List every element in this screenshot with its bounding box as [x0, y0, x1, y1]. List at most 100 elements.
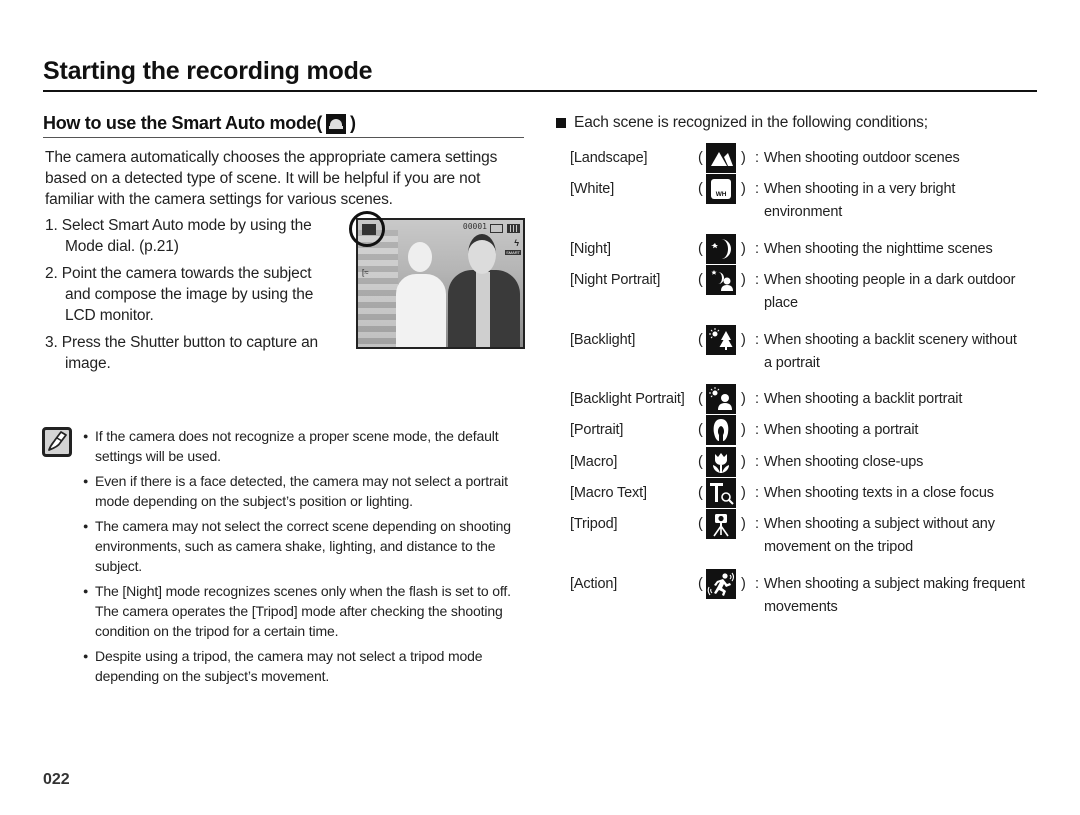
- step-item: 3. Press the Shutter button to capture a…: [45, 334, 319, 372]
- title-divider: [43, 90, 1037, 92]
- backlight-icon: [706, 325, 736, 355]
- night-portrait-icon: [706, 265, 736, 295]
- scene-description-text: When shooting a subject making frequent: [763, 576, 1025, 592]
- scene-name: [Landscape]: [570, 150, 648, 166]
- paren-close: ): [741, 422, 746, 438]
- night-icon: [706, 234, 736, 264]
- scene-name: [Portrait]: [570, 422, 624, 438]
- square-bullet-icon: [556, 118, 566, 128]
- paren-open: (: [698, 150, 703, 166]
- scene-name: [Backlight]: [570, 332, 636, 348]
- colon: :: [755, 150, 759, 166]
- paren-close: ): [741, 391, 746, 407]
- scene-name: [Macro]: [570, 454, 618, 470]
- scene-description: : When shooting a subject without any move…: [755, 513, 1045, 559]
- paren-close: ): [741, 516, 746, 532]
- section-title: How to use the Smart Auto mode( ): [43, 113, 356, 134]
- photo-bride: [396, 242, 446, 347]
- macro-icon: [706, 447, 736, 477]
- paren-close: ): [741, 332, 746, 348]
- scene-description: : When shooting in a very bright environme…: [755, 178, 1045, 224]
- paren-open: (: [698, 485, 703, 501]
- landscape-icon: [706, 143, 736, 173]
- highlight-circle: [349, 211, 385, 247]
- paren-close: ): [741, 454, 746, 470]
- scene-description-text: When shooting people in a dark outdoor: [763, 272, 1016, 288]
- section-divider: [43, 137, 524, 138]
- paren-close: ): [741, 485, 746, 501]
- paren-open: (: [698, 516, 703, 532]
- tripod-icon: [706, 509, 736, 539]
- scene-description-text: When shooting in a very bright: [763, 181, 956, 197]
- note-pencil-icon: [42, 427, 72, 457]
- osd-shot-count: 00001: [462, 222, 487, 231]
- step-item: 2. Point the camera towards the subject …: [45, 265, 314, 324]
- colon: :: [755, 516, 759, 532]
- scene-description-cont: a portrait: [764, 355, 820, 371]
- photo-background: [358, 230, 398, 347]
- scene-description-cont: movement on the tripod: [764, 539, 914, 555]
- note-item: Even if there is a face detected, the ca…: [83, 471, 523, 511]
- scene-description-cont: movements: [764, 599, 838, 615]
- scene-description: : When shooting a portrait: [755, 419, 1045, 442]
- scene-description: : When shooting a backlit scenery without…: [755, 329, 1045, 375]
- scene-description-text: When shooting a subject without any: [763, 516, 995, 532]
- scene-description-text: When shooting the nighttime scenes: [763, 241, 993, 257]
- backlight-portrait-icon: [706, 384, 736, 414]
- scene-description-cont: environment: [764, 204, 843, 220]
- osd-smart-badge: SMART: [505, 250, 521, 255]
- paren-open: (: [698, 454, 703, 470]
- scene-description-text: When shooting a backlit portrait: [763, 391, 963, 407]
- paren-open: (: [698, 576, 703, 592]
- osd-image-size-icon: [490, 224, 503, 233]
- section-title-close: ): [350, 113, 356, 133]
- colon: :: [755, 391, 759, 407]
- colon: :: [755, 332, 759, 348]
- scene-description-text: When shooting close-ups: [763, 454, 924, 470]
- paren-close: ): [741, 272, 746, 288]
- scene-description-text: When shooting outdoor scenes: [763, 150, 960, 166]
- action-icon: [706, 569, 736, 599]
- macro-text-icon: [706, 478, 736, 508]
- paren-open: (: [698, 332, 703, 348]
- paren-open: (: [698, 181, 703, 197]
- svg-text:WH: WH: [716, 191, 727, 198]
- note-item: If the camera does not recognize a prope…: [83, 426, 523, 466]
- scene-description: : When shooting a subject making frequent…: [755, 573, 1045, 619]
- note-item: The camera may not select the correct sc…: [83, 516, 523, 576]
- portrait-icon: [706, 415, 736, 445]
- page-title: Starting the recording mode: [43, 57, 373, 85]
- paren-close: ): [741, 150, 746, 166]
- flash-icon: ϟ: [514, 238, 519, 248]
- white-icon: WH: [706, 174, 736, 204]
- scene-name: [Night Portrait]: [570, 272, 661, 288]
- battery-icon: [507, 224, 520, 233]
- scene-description: : When shooting texts in a close focus: [755, 482, 1045, 505]
- colon: :: [755, 576, 759, 592]
- intro-paragraph: The camera automatically chooses the app…: [45, 149, 498, 208]
- note-item: The [Night] mode recognizes scenes only …: [83, 581, 523, 641]
- scene-name: [Night]: [570, 241, 611, 257]
- scene-description: : When shooting close-ups: [755, 451, 1045, 474]
- paren-close: ): [741, 576, 746, 592]
- scene-description-text: When shooting texts in a close focus: [763, 485, 994, 501]
- section-title-text: How to use the Smart Auto mode(: [43, 113, 323, 133]
- scenes-intro-text: Each scene is recognized in the followin…: [574, 114, 928, 131]
- scene-name: [Macro Text]: [570, 485, 647, 501]
- colon: :: [755, 181, 759, 197]
- colon: :: [755, 241, 759, 257]
- smart-auto-mode-icon: [326, 113, 347, 134]
- scene-name: [Tripod]: [570, 516, 618, 532]
- paren-open: (: [698, 391, 703, 407]
- scene-name: [Backlight Portrait]: [570, 391, 685, 407]
- paren-open: (: [698, 272, 703, 288]
- scene-description-text: When shooting a backlit scenery without: [763, 332, 1017, 348]
- scene-description-text: When shooting a portrait: [763, 422, 919, 438]
- scene-description-cont: place: [764, 295, 798, 311]
- colon: :: [755, 485, 759, 501]
- scene-name: [White]: [570, 181, 615, 197]
- scene-description: : When shooting a backlit portrait: [755, 388, 1045, 411]
- notes-list: If the camera does not recognize a prope…: [83, 426, 523, 691]
- scene-description: : When shooting the nighttime scenes: [755, 238, 1045, 261]
- note-item: Despite using a tripod, the camera may n…: [83, 646, 523, 686]
